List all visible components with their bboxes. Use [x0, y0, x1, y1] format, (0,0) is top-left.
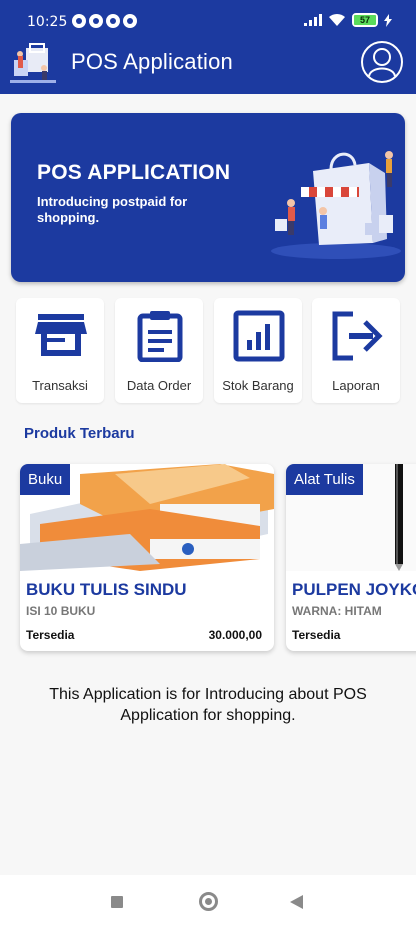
home-icon[interactable]: [199, 892, 218, 911]
bar-chart-icon: [233, 310, 285, 362]
app-notification-icon: [123, 14, 137, 28]
app-title: POS Application: [71, 49, 233, 74]
back-icon[interactable]: [290, 895, 303, 909]
promo-banner: POS APPLICATION Introducing postpaid for…: [11, 113, 405, 282]
product-name: BUKU TULIS SINDU: [26, 580, 187, 599]
menu-laporan[interactable]: Laporan: [312, 298, 400, 403]
app-notification-icon: [89, 14, 103, 28]
shopping-illustration-icon: [271, 151, 401, 259]
menu-label: Laporan: [332, 378, 380, 393]
category-badge: Buku: [20, 464, 71, 495]
menu-data-order[interactable]: Data Order: [115, 298, 203, 403]
menu-label: Data Order: [126, 378, 192, 393]
product-status: Tersedia: [292, 628, 341, 642]
battery-level: 57: [354, 15, 376, 25]
section-title: Produk Terbaru: [24, 425, 135, 442]
charging-icon: [384, 13, 392, 27]
recents-icon[interactable]: [111, 896, 123, 908]
system-nav-bar: [0, 875, 416, 925]
system-icons: 57: [304, 13, 392, 27]
category-badge: Alat Tulis: [286, 464, 363, 495]
product-card[interactable]: Buku BUKU TULIS SINDU ISI 10 BUKU Tersed…: [20, 464, 274, 651]
banner-title: POS APPLICATION: [37, 161, 231, 184]
battery-icon: 57: [352, 13, 378, 27]
menu-label: Transaksi: [32, 378, 88, 393]
product-price: 30.000,00: [208, 628, 262, 642]
shopping-logo-icon: [10, 43, 56, 83]
product-desc: ISI 10 BUKU: [26, 604, 96, 618]
notification-icons: [72, 14, 137, 28]
product-desc: WARNA: HITAM: [292, 604, 382, 618]
logout-icon: [332, 311, 383, 361]
status-bar: 10:25 57: [0, 0, 416, 40]
menu-transaksi[interactable]: Transaksi: [16, 298, 104, 403]
footer-text: This Application is for Introducing abou…: [49, 686, 367, 724]
banner-subtitle: Introducing postpaid for shopping.: [37, 194, 188, 225]
user-icon: [368, 48, 396, 77]
store-icon: [35, 314, 87, 356]
wifi-icon: [329, 13, 345, 26]
product-card[interactable]: Alat Tulis PULPEN JOYKO WARNA: HITAM Ter…: [286, 464, 416, 651]
product-status: Tersedia: [26, 628, 75, 642]
product-name: PULPEN JOYKO: [292, 580, 416, 599]
profile-button[interactable]: [361, 41, 403, 83]
alarm-icon: [72, 14, 86, 28]
menu-label: Stok Barang: [222, 378, 294, 393]
app-bar: POS Application: [0, 40, 416, 94]
book-icon: [106, 14, 120, 28]
menu-stok-barang[interactable]: Stok Barang: [214, 298, 302, 403]
signal-icon: [304, 14, 322, 26]
clipboard-icon: [137, 311, 183, 362]
status-time: 10:25: [27, 14, 68, 30]
